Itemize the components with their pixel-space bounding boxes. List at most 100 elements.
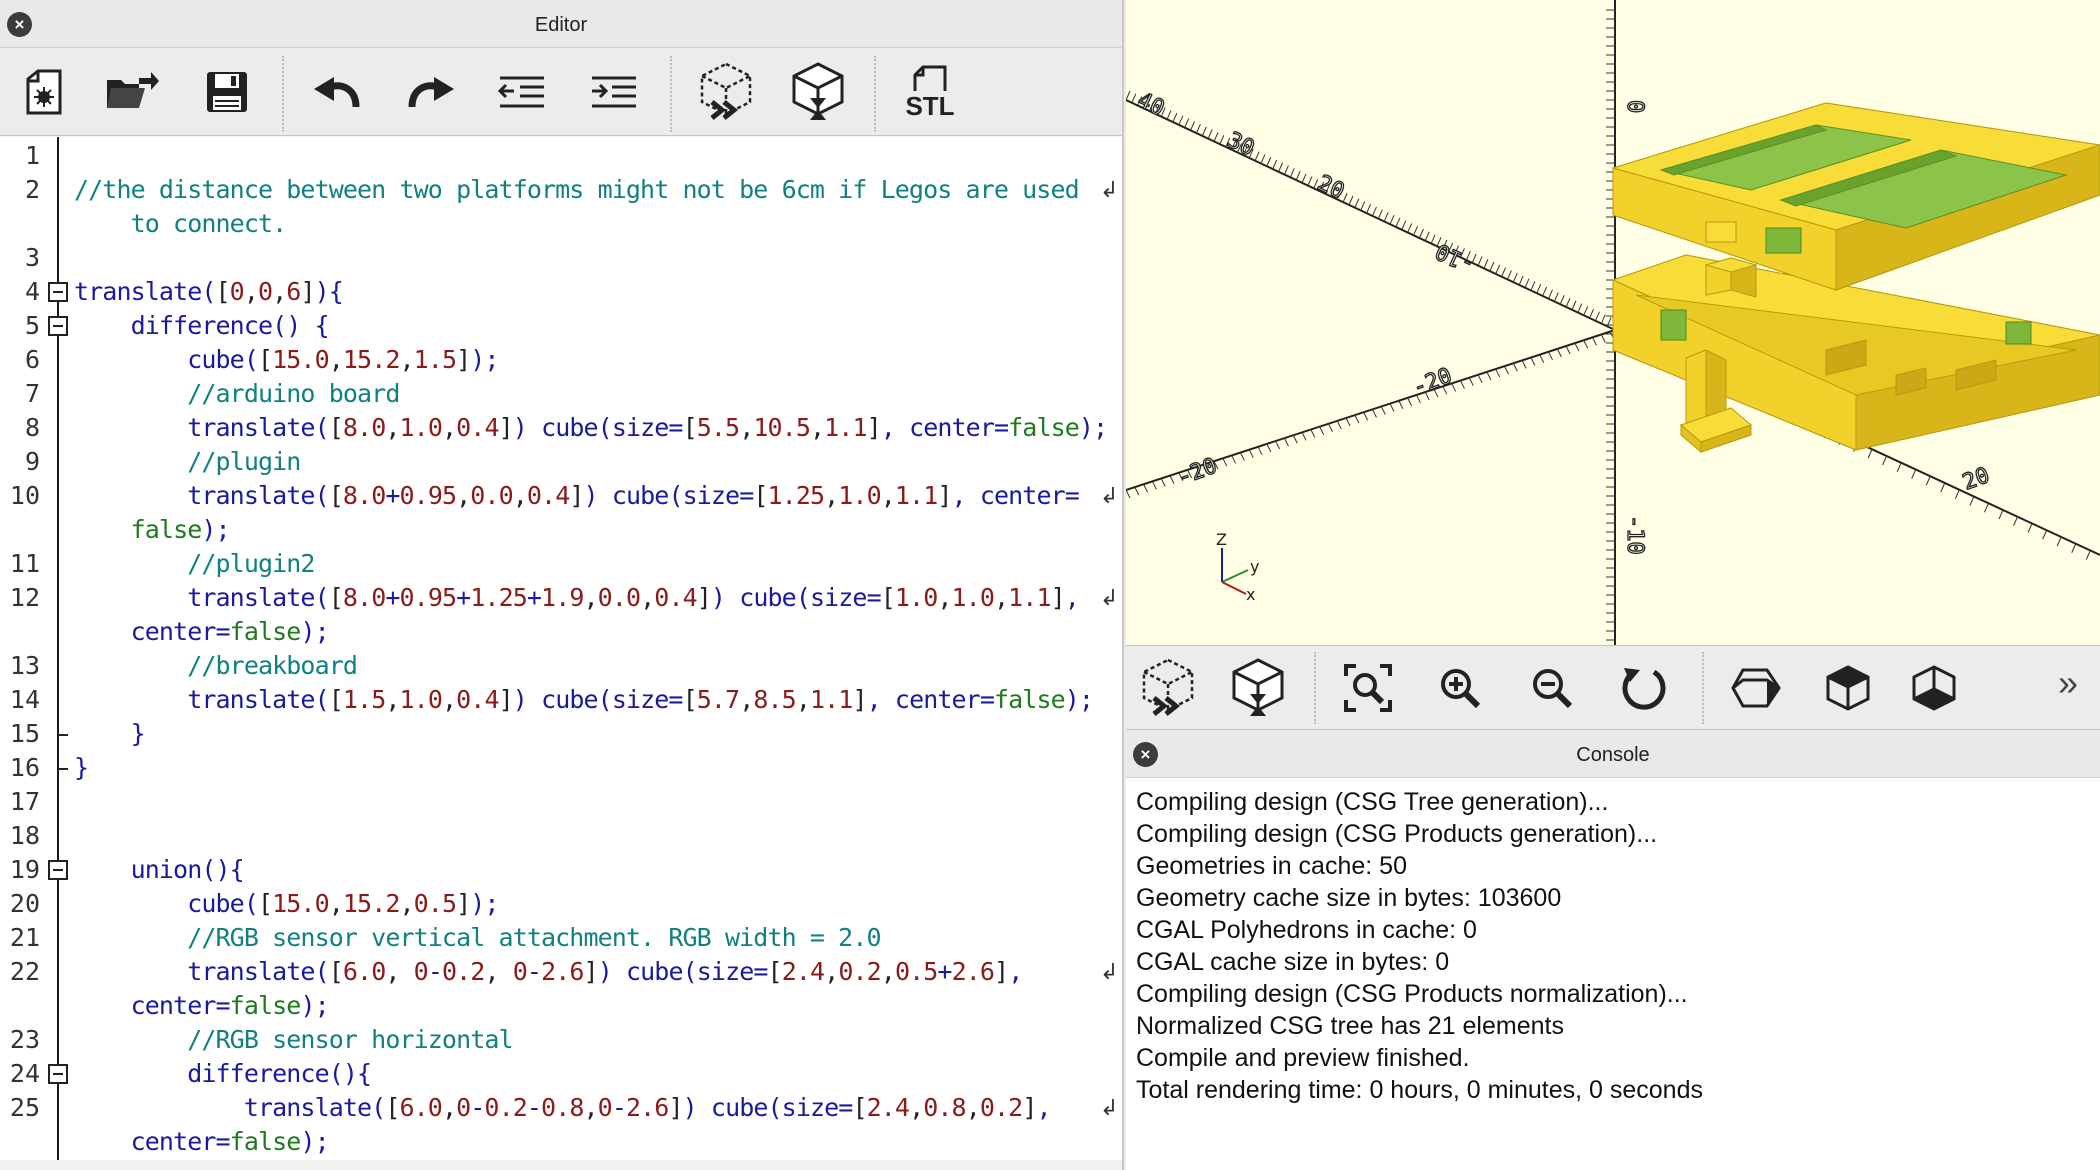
code-token: translate(	[74, 481, 329, 510]
axis-tick	[1219, 134, 1225, 145]
code-line[interactable]: center=false);	[74, 989, 330, 1023]
code-line[interactable]: //RGB sensor vertical attachment. RGB wi…	[74, 921, 881, 955]
axis-tick	[1553, 292, 1559, 302]
code-token: +	[385, 583, 400, 612]
axis-tick	[1969, 496, 1975, 506]
axis-tick	[1292, 435, 1298, 444]
code-line[interactable]: to connect.	[74, 207, 288, 241]
render-icon[interactable]	[1226, 656, 1290, 720]
code-token: 0.5	[413, 889, 457, 918]
code-line[interactable]: //RGB sensor horizontal	[74, 1023, 513, 1057]
preview-icon[interactable]	[1136, 656, 1200, 720]
zoom-out-icon[interactable]	[1520, 656, 1584, 720]
code-token: [	[753, 481, 768, 510]
code-token: [	[328, 413, 344, 442]
code-token: false	[994, 685, 1066, 714]
code-token: //arduino board	[74, 379, 400, 408]
save-icon[interactable]	[195, 60, 259, 124]
open-file-icon[interactable]	[100, 60, 164, 124]
axis-tick	[2071, 543, 2077, 553]
redo-icon[interactable]	[398, 60, 462, 124]
code-token: 0.2	[441, 957, 485, 986]
code-line[interactable]: union(){	[74, 853, 245, 887]
code-token: ]	[498, 685, 514, 714]
code-line[interactable]: translate([6.0,0-0.2-0.8,0-2.6]) cube(si…	[74, 1091, 1052, 1125]
code-line[interactable]: center=false);	[74, 1125, 330, 1159]
zoom-in-icon[interactable]	[1428, 656, 1492, 720]
code-token: //the distance between two platforms mig…	[74, 175, 1080, 204]
code-line[interactable]: translate([0,0,6]){	[74, 275, 344, 309]
code-line[interactable]: cube([15.0,15.2,1.5]);	[74, 343, 499, 377]
code-line[interactable]: //the distance between two platforms mig…	[74, 173, 1080, 207]
axis-tick	[1539, 354, 1545, 363]
code-token: [	[257, 345, 273, 374]
code-line[interactable]: //breakboard	[74, 649, 358, 683]
render-icon[interactable]	[786, 60, 850, 124]
indent-icon[interactable]	[582, 60, 646, 124]
axis-tick	[1477, 374, 1483, 384]
code-line[interactable]: difference() {	[74, 309, 330, 343]
code-token: +	[385, 481, 400, 510]
axis-tick	[1239, 452, 1245, 461]
undo-icon[interactable]	[306, 60, 370, 124]
fold-toggle-icon[interactable]	[48, 316, 68, 336]
fold-toggle-icon[interactable]	[48, 860, 68, 880]
code-token: 6.0	[342, 957, 386, 986]
code-token: 1.1	[1008, 583, 1051, 612]
code-line[interactable]: difference(){	[74, 1057, 372, 1091]
code-token: ,	[965, 1093, 981, 1122]
export-stl-icon[interactable]: STL	[898, 60, 962, 124]
console-close-icon[interactable]: ×	[1133, 742, 1158, 767]
code-token: center=	[74, 617, 231, 646]
code-editor[interactable]: 1 2 3 4 5 6 7 8 9 10 11 12 13 14 15 16 17 18 19 20 21 22 23 24 2…	[0, 137, 1122, 1160]
more-icon[interactable]: »	[2058, 662, 2078, 704]
code-token: -	[526, 1093, 542, 1122]
axis-tick	[1418, 228, 1424, 239]
code-line[interactable]: cube([15.0,15.2,0.5]);	[74, 887, 499, 921]
code-line[interactable]: translate([8.0,1.0,0.4]) cube(size=[5.5,…	[74, 411, 1108, 445]
line-number: 14	[9, 685, 40, 714]
axis-tick	[1260, 154, 1266, 164]
code-line[interactable]: false);	[74, 513, 231, 547]
code-line[interactable]: translate([1.5,1.0,0.4]) cube(size=[5.7,…	[74, 683, 1094, 717]
axis-tick	[1372, 409, 1377, 418]
code-token: ]	[456, 889, 471, 918]
code-line[interactable]: translate([6.0, 0-0.2, 0-2.6]) cube(size…	[74, 955, 1023, 989]
code-line[interactable]: translate([8.0+0.95+1.25+1.9,0.0,0.4]) c…	[74, 581, 1080, 615]
line-number: 2	[24, 175, 40, 204]
console-output[interactable]: Compiling design (CSG Tree generation)..…	[1126, 778, 2100, 1114]
fold-toggle-icon[interactable]	[48, 1064, 68, 1084]
view-all-icon[interactable]	[1336, 656, 1400, 720]
code-line[interactable]: translate([8.0+0.95,0.0,0.4]) cube(size=…	[74, 479, 1080, 513]
new-file-icon[interactable]	[12, 60, 76, 124]
code-token: 0.0	[470, 481, 513, 510]
console-line: Compiling design (CSG Products normaliza…	[1136, 980, 1688, 1008]
editor-close-icon[interactable]: ×	[7, 12, 32, 37]
gizmo-y-label: y	[1250, 557, 1259, 576]
console-line: Compiling design (CSG Products generatio…	[1136, 820, 1658, 848]
view-right-icon[interactable]	[1724, 656, 1788, 720]
axis-tick	[1327, 423, 1333, 432]
line-number: 3	[24, 243, 40, 272]
preview-icon[interactable]	[694, 60, 758, 124]
code-line[interactable]: //arduino board	[74, 377, 400, 411]
line-number: 4	[24, 277, 40, 306]
3d-viewport[interactable]: 0 40 30 20 -10 -20 -20 -10 20 10	[1126, 0, 2100, 645]
view-bottom-icon[interactable]	[1902, 656, 1966, 720]
reset-view-icon[interactable]	[1612, 656, 1676, 720]
fold-toggle-icon[interactable]	[48, 282, 68, 302]
code-token: 0.4	[456, 413, 499, 442]
code-line[interactable]: center=false);	[74, 615, 330, 649]
code-line[interactable]: //plugin2	[74, 547, 315, 581]
unindent-icon[interactable]	[490, 60, 554, 124]
code-line[interactable]: }	[74, 751, 89, 785]
code-token: 2.4	[781, 957, 825, 986]
axis-tick	[1489, 261, 1495, 272]
view-top-icon[interactable]	[1816, 656, 1880, 720]
code-token: 2.4	[866, 1093, 910, 1122]
code-token: +	[456, 583, 471, 612]
code-line[interactable]: }	[74, 717, 146, 751]
code-line[interactable]: //plugin	[74, 445, 301, 479]
code-token: difference() {	[74, 311, 330, 340]
axis-tick	[1495, 264, 1501, 275]
